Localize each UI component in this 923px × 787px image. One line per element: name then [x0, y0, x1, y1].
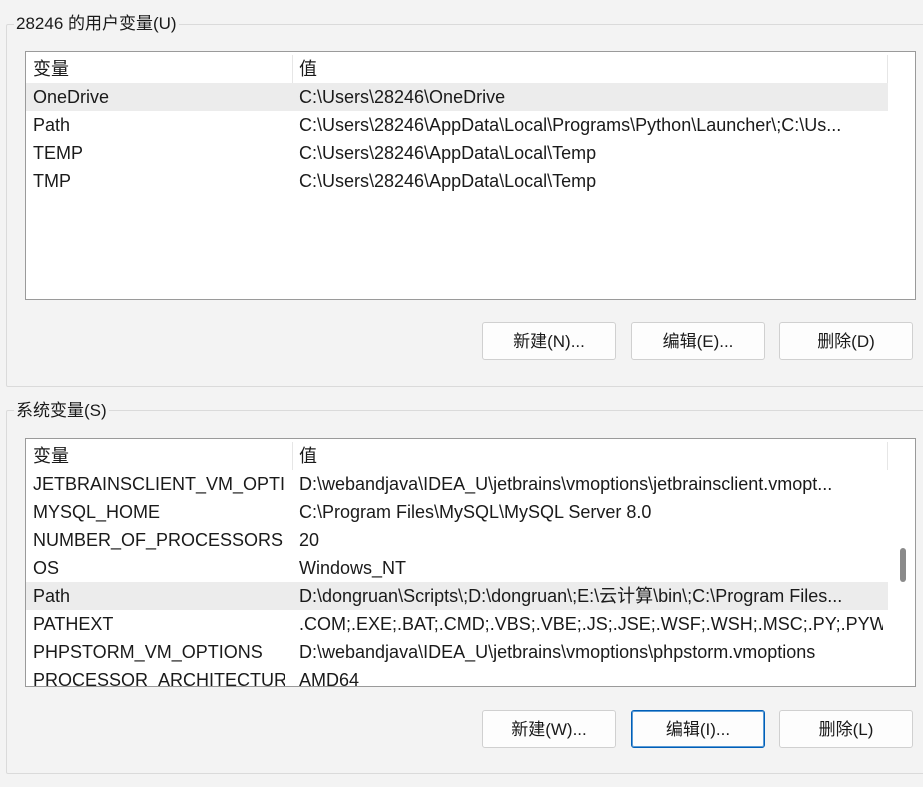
system-delete-button[interactable]: 删除(L) — [779, 710, 913, 748]
user-delete-button[interactable]: 删除(D) — [779, 322, 913, 360]
variable-value: 20 — [299, 530, 320, 550]
column-divider[interactable] — [292, 442, 293, 470]
column-divider[interactable] — [292, 55, 293, 83]
variable-name: PROCESSOR_ARCHITECTURE — [33, 670, 285, 687]
scrollbar-thumb[interactable] — [900, 548, 906, 582]
user-new-button[interactable]: 新建(N)... — [482, 322, 616, 360]
variable-value: D:\dongruan\Scripts\;D:\dongruan\;E:\云计算… — [299, 586, 843, 606]
variable-value: AMD64 — [299, 670, 360, 687]
variable-name: Path — [33, 115, 71, 135]
variable-value: D:\webandjava\IDEA_U\jetbrains\vmoptions… — [299, 642, 816, 662]
table-row[interactable]: Path D:\dongruan\Scripts\;D:\dongruan\;E… — [26, 582, 888, 610]
column-divider — [887, 442, 888, 470]
variable-name: Path — [33, 586, 71, 606]
variable-value: D:\webandjava\IDEA_U\jetbrains\vmoptions… — [299, 474, 833, 494]
user-list-header: 变量 值 — [26, 55, 888, 83]
table-row[interactable]: NUMBER_OF_PROCESSORS 20 — [26, 526, 888, 554]
table-row[interactable]: PHPSTORM_VM_OPTIONS D:\webandjava\IDEA_U… — [26, 638, 888, 666]
variable-name: JETBRAINSCLIENT_VM_OPTI... — [33, 474, 285, 494]
table-row[interactable]: TEMP C:\Users\28246\AppData\Local\Temp — [26, 139, 888, 167]
system-variables-list[interactable]: 变量 值 JETBRAINSCLIENT_VM_OPTI... D:\weban… — [25, 438, 916, 687]
system-variables-title: 系统变量(S) — [14, 400, 109, 422]
variable-value: Windows_NT — [299, 558, 407, 578]
variable-name: NUMBER_OF_PROCESSORS — [33, 530, 284, 550]
column-header-value[interactable]: 值 — [299, 55, 883, 83]
variable-value: C:\Program Files\MySQL\MySQL Server 8.0 — [299, 502, 652, 522]
table-row[interactable]: TMP C:\Users\28246\AppData\Local\Temp — [26, 167, 888, 195]
variable-value: C:\Users\28246\AppData\Local\Temp — [299, 171, 597, 191]
variable-name: OS — [33, 558, 60, 578]
variable-name: TEMP — [33, 143, 84, 163]
variable-value: C:\Users\28246\OneDrive — [299, 87, 506, 107]
system-list-header: 变量 值 — [26, 442, 888, 470]
system-new-button[interactable]: 新建(W)... — [482, 710, 616, 748]
table-row[interactable]: PATHEXT .COM;.EXE;.BAT;.CMD;.VBS;.VBE;.J… — [26, 610, 888, 638]
table-row[interactable]: OS Windows_NT — [26, 554, 888, 582]
variable-value: C:\Users\28246\AppData\Local\Programs\Py… — [299, 115, 842, 135]
variable-name: MYSQL_HOME — [33, 502, 161, 522]
variable-name: PATHEXT — [33, 614, 114, 634]
table-row[interactable]: PROCESSOR_ARCHITECTURE AMD64 — [26, 666, 888, 687]
variable-value: .COM;.EXE;.BAT;.CMD;.VBS;.VBE;.JS;.JSE;.… — [299, 614, 883, 634]
table-row[interactable]: Path C:\Users\28246\AppData\Local\Progra… — [26, 111, 888, 139]
table-row[interactable]: MYSQL_HOME C:\Program Files\MySQL\MySQL … — [26, 498, 888, 526]
system-edit-button[interactable]: 编辑(I)... — [631, 710, 765, 748]
variable-value: C:\Users\28246\AppData\Local\Temp — [299, 143, 597, 163]
column-header-value[interactable]: 值 — [299, 442, 883, 470]
column-divider — [887, 55, 888, 83]
user-variables-list[interactable]: 变量 值 OneDrive C:\Users\28246\OneDrive Pa… — [25, 51, 916, 300]
variable-name: TMP — [33, 171, 71, 191]
column-header-name[interactable]: 变量 — [33, 55, 285, 83]
table-row[interactable]: OneDrive C:\Users\28246\OneDrive — [26, 83, 888, 111]
user-edit-button[interactable]: 编辑(E)... — [631, 322, 765, 360]
table-row[interactable]: JETBRAINSCLIENT_VM_OPTI... D:\webandjava… — [26, 470, 888, 498]
column-header-name[interactable]: 变量 — [33, 442, 285, 470]
user-variables-title: 28246 的用户变量(U) — [14, 13, 179, 35]
variable-name: PHPSTORM_VM_OPTIONS — [33, 642, 263, 662]
variable-name: OneDrive — [33, 87, 110, 107]
